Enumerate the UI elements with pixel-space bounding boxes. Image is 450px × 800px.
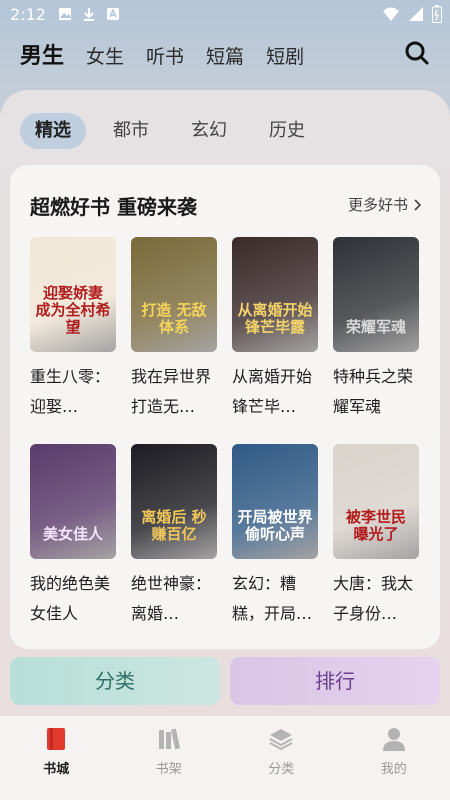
wifi-icon	[383, 7, 399, 21]
book-item[interactable]: 美女佳人我的绝色美女佳人	[30, 444, 116, 629]
bottom-nav: 书城 书架 分类 我的	[0, 716, 450, 800]
book-item[interactable]: 离婚后 秒赚百亿绝世神豪：离婚…	[131, 444, 217, 629]
nav-label: 书架	[155, 762, 182, 777]
book-item[interactable]: 打造 无敌体系我在异世界打造无…	[131, 237, 217, 422]
nav-label: 分类	[268, 762, 295, 777]
cover-title-art: 美女佳人	[42, 525, 103, 543]
layers-icon	[269, 729, 293, 751]
cover-title-art: 荣耀军魂	[345, 318, 406, 336]
bookshelf-icon	[158, 728, 180, 750]
book-cover: 开局被世界 偷听心声	[232, 444, 318, 559]
nav-bookstore[interactable]: 书城	[0, 716, 113, 800]
book-title: 玄幻：糟糕，开局…	[232, 574, 313, 623]
book-title: 特种兵之荣耀军魂	[333, 367, 414, 416]
nav-category[interactable]: 分类	[225, 716, 338, 800]
nav-label: 我的	[380, 762, 407, 777]
image-icon	[59, 8, 71, 20]
app-notification-icon	[107, 8, 119, 20]
user-icon	[382, 728, 405, 751]
nav-profile[interactable]: 我的	[338, 716, 450, 800]
recommend-card: 超燃好书 重磅来袭 更多好书 迎娶娇妻 成为全村希望 重生八零：迎娶… 打造 无敌体…	[10, 165, 440, 649]
more-books-label: 更多好书	[347, 196, 408, 214]
channel-tabs: 男生 女生 听书 短篇 短剧	[20, 38, 304, 70]
status-time: 2:12	[10, 5, 46, 24]
subtab-history[interactable]: 历史	[254, 113, 320, 149]
card-title: 超燃好书 重磅来袭	[30, 195, 197, 219]
book-cover: 打造 无敌体系	[131, 237, 217, 352]
tab-audiobook[interactable]: 听书	[146, 42, 184, 69]
book-cover: 迎娶娇妻 成为全村希望	[30, 237, 116, 352]
tab-short-story[interactable]: 短篇	[206, 42, 244, 69]
download-icon	[84, 8, 94, 21]
book-icon	[47, 728, 66, 750]
book-item[interactable]: 荣耀军魂特种兵之荣耀军魂	[333, 237, 419, 422]
nav-bookshelf[interactable]: 书架	[113, 716, 226, 800]
book-cover: 被李世民 曝光了	[333, 444, 419, 559]
cover-title-art: 打造 无敌体系	[141, 301, 207, 336]
tab-female[interactable]: 女生	[86, 42, 124, 69]
subtab-featured[interactable]: 精选	[20, 113, 86, 149]
book-title: 我在异世界打造无…	[131, 367, 212, 416]
signal-icon	[409, 7, 423, 21]
book-title: 从离婚开始锋芒毕…	[232, 367, 313, 416]
cover-title-art: 开局被世界 偷听心声	[237, 508, 313, 543]
nav-label: 书城	[43, 762, 70, 777]
subtab-urban[interactable]: 都市	[98, 113, 164, 149]
book-item[interactable]: 被李世民 曝光了大唐：我太子身份…	[333, 444, 419, 629]
book-item[interactable]: 开局被世界 偷听心声玄幻：糟糕，开局…	[232, 444, 318, 629]
book-title: 重生八零：迎娶…	[30, 367, 111, 416]
status-bar: 2:12	[0, 0, 450, 30]
subtab-fantasy[interactable]: 玄幻	[176, 113, 242, 149]
ranking-button[interactable]: 排行	[230, 657, 440, 705]
book-cover: 离婚后 秒赚百亿	[131, 444, 217, 559]
book-cover: 美女佳人	[30, 444, 116, 559]
book-title: 我的绝色美女佳人	[30, 574, 111, 623]
book-title: 绝世神豪：离婚…	[131, 574, 212, 623]
category-subtabs: 精选 都市 玄幻 历史	[20, 113, 320, 149]
more-books-link[interactable]: 更多好书	[348, 194, 422, 215]
tab-short-drama[interactable]: 短剧	[266, 42, 304, 69]
book-cover: 从离婚开始 锋芒毕露	[232, 237, 318, 352]
book-cover: 荣耀军魂	[333, 237, 419, 352]
battery-icon	[432, 5, 442, 23]
book-item[interactable]: 从离婚开始 锋芒毕露从离婚开始锋芒毕…	[232, 237, 318, 422]
cover-title-art: 从离婚开始 锋芒毕露	[237, 301, 313, 336]
book-grid: 迎娶娇妻 成为全村希望 重生八零：迎娶… 打造 无敌体系 我在异世界打造无… 从离婚开始…	[30, 237, 420, 629]
tab-male[interactable]: 男生	[20, 38, 64, 70]
classify-button[interactable]: 分类	[10, 657, 220, 705]
book-item[interactable]: 迎娶娇妻 成为全村希望 重生八零：迎娶…	[30, 237, 116, 422]
book-title: 大唐：我太子身份…	[333, 574, 414, 623]
cover-title-art: 被李世民 曝光了	[345, 508, 406, 543]
search-icon[interactable]	[404, 40, 430, 66]
cover-title-art: 离婚后 秒赚百亿	[141, 508, 207, 543]
cover-title-art: 迎娶娇妻 成为全村希望	[35, 284, 111, 336]
chevron-right-icon	[414, 198, 422, 211]
